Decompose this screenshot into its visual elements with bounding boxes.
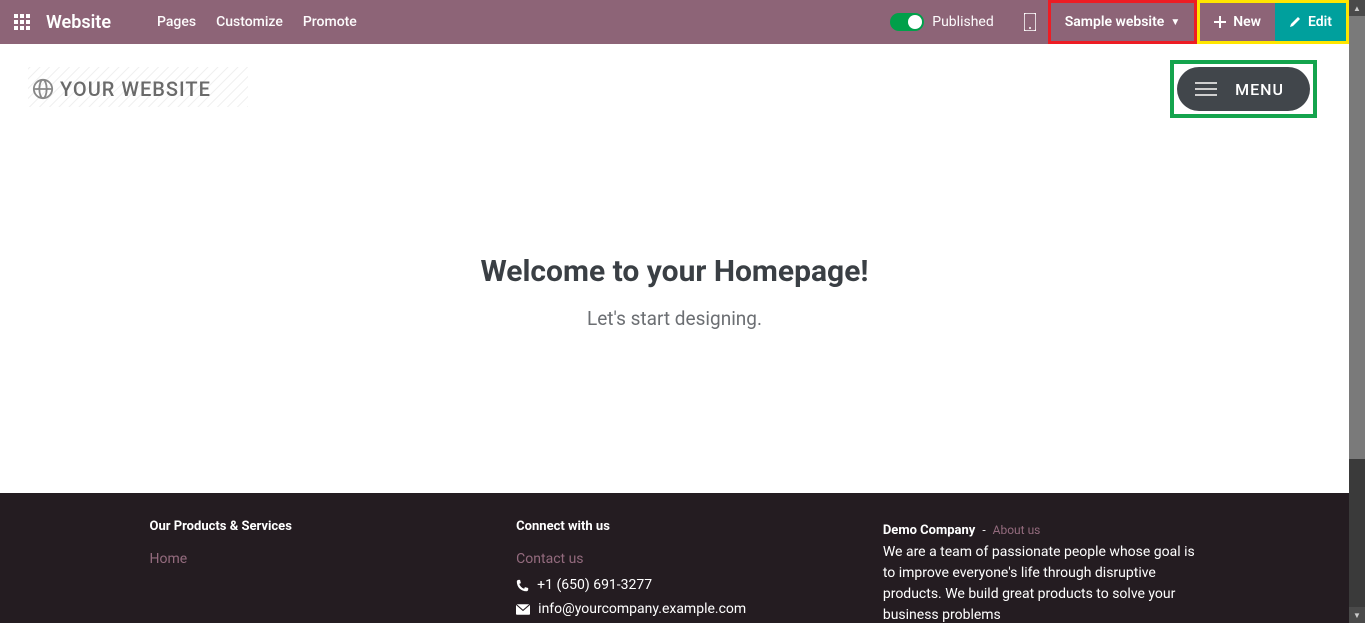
footer-products-title: Our Products & Services — [150, 519, 467, 534]
footer-phone: +1 (650) 691-3277 — [516, 577, 833, 593]
scrollbar-track[interactable] — [1349, 16, 1365, 607]
scroll-down-arrow-icon[interactable]: ▼ — [1349, 607, 1365, 623]
footer: Our Products & Services Home Connect wit… — [0, 493, 1349, 623]
published-label: Published — [932, 14, 993, 30]
site-switcher-label: Sample website — [1065, 14, 1165, 30]
hero-section: Welcome to your Homepage! Let's start de… — [0, 134, 1349, 330]
footer-about-link[interactable]: About us — [993, 523, 1041, 537]
footer-home-link[interactable]: Home — [150, 551, 188, 567]
published-toggle[interactable] — [890, 13, 924, 31]
nav-promote[interactable]: Promote — [293, 0, 367, 44]
footer-dash: - — [979, 523, 988, 537]
brand-label[interactable]: Website — [44, 12, 147, 33]
scrollbar-thumb[interactable] — [1349, 16, 1365, 459]
site-header: YOUR WEBSITE MENU — [0, 44, 1349, 134]
footer-col-products: Our Products & Services Home — [150, 519, 467, 623]
envelope-icon — [516, 604, 530, 615]
footer-contact-link[interactable]: Contact us — [516, 551, 583, 567]
menu-button-highlight: MENU — [1170, 60, 1317, 118]
hero-title: Welcome to your Homepage! — [0, 254, 1349, 289]
footer-company-name: Demo Company — [883, 523, 976, 538]
pencil-icon — [1289, 16, 1301, 28]
scroll-up-arrow-icon[interactable]: ▲ — [1349, 0, 1365, 16]
hamburger-icon — [1195, 82, 1217, 96]
apps-grid-icon[interactable] — [0, 0, 44, 44]
phone-icon — [516, 579, 529, 592]
footer-col-connect: Connect with us Contact us +1 (650) 691-… — [516, 519, 833, 623]
new-button[interactable]: New — [1200, 3, 1275, 41]
nav-customize[interactable]: Customize — [206, 0, 293, 44]
site-logo[interactable]: YOUR WEBSITE — [32, 77, 211, 101]
footer-email-text: info@yourcompany.example.com — [538, 601, 746, 617]
action-button-group: New Edit — [1197, 0, 1349, 44]
footer-connect-title: Connect with us — [516, 519, 833, 534]
edit-button[interactable]: Edit — [1275, 3, 1346, 41]
top-navbar: Website Pages Customize Promote Publishe… — [0, 0, 1349, 44]
footer-phone-text: +1 (650) 691-3277 — [537, 577, 652, 593]
hero-subtitle: Let's start designing. — [0, 307, 1349, 330]
vertical-scrollbar[interactable]: ▲ ▼ — [1349, 0, 1365, 623]
new-button-label: New — [1233, 14, 1261, 30]
mobile-preview-icon[interactable] — [1012, 0, 1048, 44]
footer-blurb: We are a team of passionate people whose… — [883, 542, 1200, 623]
footer-email: info@yourcompany.example.com — [516, 601, 833, 617]
menu-button[interactable]: MENU — [1177, 67, 1310, 111]
logo-text: YOUR WEBSITE — [60, 77, 211, 101]
site-switcher-dropdown[interactable]: Sample website ▼ — [1048, 0, 1197, 44]
footer-col-company: Demo Company - About us We are a team of… — [883, 519, 1200, 623]
caret-down-icon: ▼ — [1170, 17, 1180, 28]
plus-icon — [1214, 16, 1226, 28]
edit-button-label: Edit — [1308, 14, 1332, 30]
menu-label: MENU — [1235, 80, 1284, 99]
nav-pages[interactable]: Pages — [147, 0, 206, 44]
globe-icon — [32, 78, 54, 100]
